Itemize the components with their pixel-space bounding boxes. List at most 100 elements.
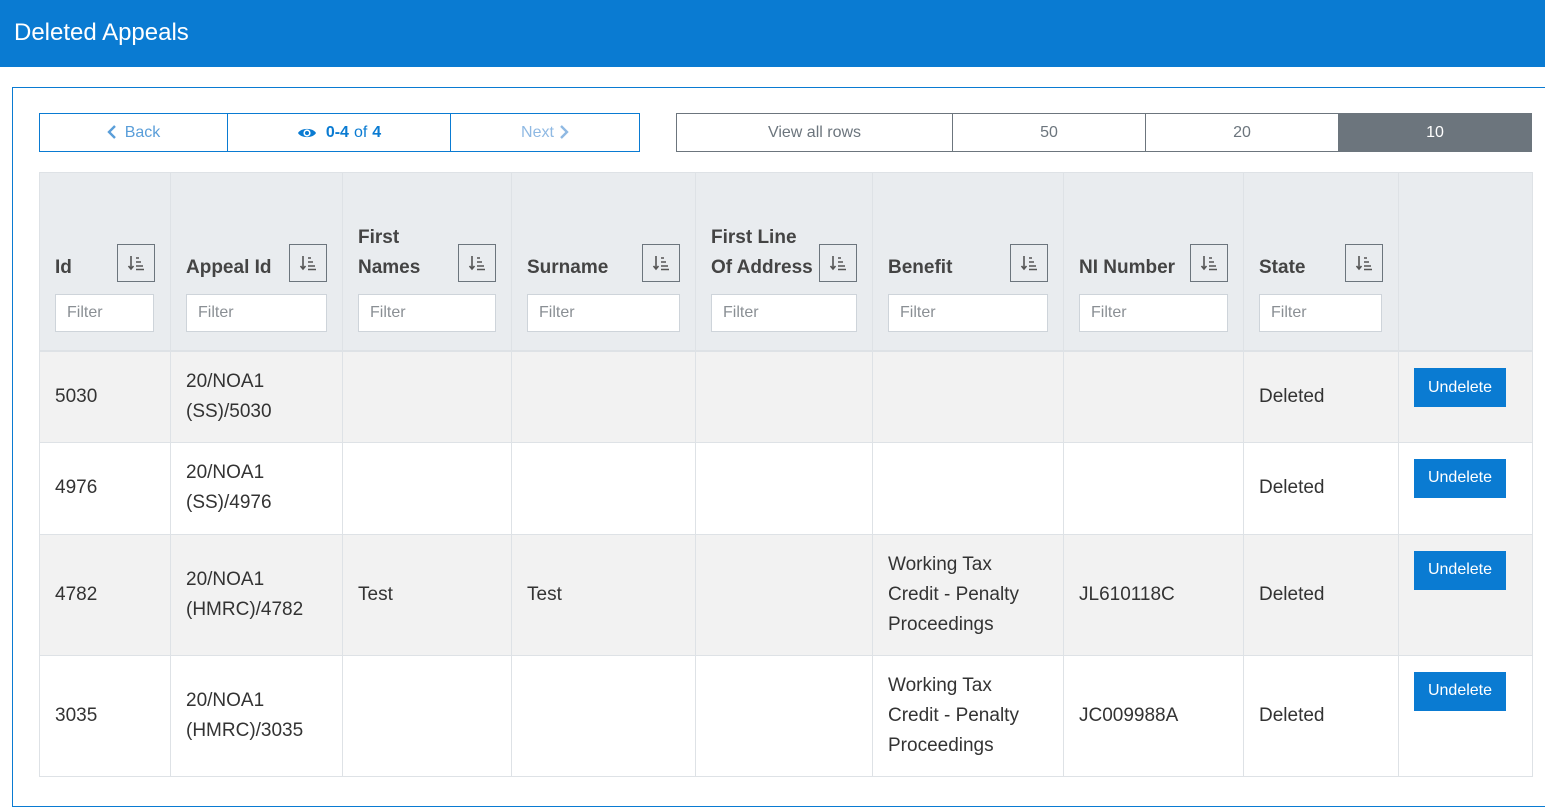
page-of: of — [353, 123, 368, 141]
cell-first-names — [342, 654, 512, 777]
cell-appeal-id: 20/NOA1 (HMRC)/3035 — [170, 654, 343, 777]
cell-appeal-id: 20/NOA1 (HMRC)/4782 — [170, 533, 343, 656]
cell-address — [695, 654, 873, 777]
appeal-id-line: (HMRC)/3035 — [186, 719, 304, 741]
sort-icon[interactable] — [458, 244, 496, 282]
appeal-id-line: 20/NOA1 — [186, 689, 265, 711]
cell-id: 5030 — [39, 350, 171, 443]
cell-ni-number: JC009988A — [1063, 654, 1244, 777]
appeal-id-line: (SS)/4976 — [186, 492, 272, 513]
next-label: Next — [521, 123, 554, 141]
column-header-benefit: Benefit — [872, 172, 1064, 352]
cell-address — [695, 441, 873, 535]
cell-address — [695, 533, 873, 656]
eye-icon — [297, 126, 317, 140]
page-size-10-button[interactable]: 10 — [1338, 113, 1532, 152]
cell-surname — [511, 441, 696, 535]
cell-surname — [511, 350, 696, 443]
next-button[interactable]: Next — [451, 113, 640, 152]
cell-appeal-id: 20/NOA1 (SS)/4976 — [170, 441, 343, 535]
cell-id: 3035 — [39, 654, 171, 777]
surname-filter-input[interactable] — [527, 294, 680, 332]
cell-state: Deleted — [1243, 533, 1399, 656]
cell-state: Deleted — [1243, 441, 1399, 535]
cell-state: Deleted — [1243, 350, 1399, 443]
sort-icon[interactable] — [1010, 244, 1048, 282]
chevron-right-icon — [559, 124, 569, 142]
undelete-button[interactable]: Undelete — [1414, 368, 1506, 407]
benefit-line: Credit - Penalty — [888, 583, 1019, 605]
page-title: Deleted Appeals — [14, 19, 189, 46]
table-row: 5030 20/NOA1 (SS)/5030 Deleted Undelete — [39, 350, 1533, 443]
cell-actions: Undelete — [1398, 654, 1533, 777]
appeals-table: Id Appeal Id First Names Surname First L — [39, 172, 1533, 777]
sort-icon[interactable] — [1345, 244, 1383, 282]
undelete-button[interactable]: Undelete — [1414, 671, 1506, 711]
cell-benefit — [872, 441, 1064, 535]
cell-benefit: Working Tax Credit - Penalty Proceedings — [872, 654, 1064, 777]
cell-first-names — [342, 350, 512, 443]
column-header-actions — [1398, 172, 1533, 352]
cell-benefit: Working Tax Credit - Penalty Proceedings — [872, 533, 1064, 656]
cell-surname: Test — [511, 533, 696, 656]
cell-ni-number — [1063, 441, 1244, 535]
cell-ni-number — [1063, 350, 1244, 443]
undelete-button[interactable]: Undelete — [1414, 458, 1506, 498]
page-size-selector: View all rows 50 20 10 — [676, 113, 1532, 152]
ni-number-filter-input[interactable] — [1079, 294, 1228, 332]
benefit-line: Proceedings — [888, 613, 994, 635]
back-label: Back — [124, 123, 161, 141]
column-header-id: Id — [39, 172, 171, 352]
appeal-id-line: 20/NOA1 — [186, 370, 265, 392]
appeal-id-filter-input[interactable] — [186, 294, 327, 332]
cell-id: 4976 — [39, 441, 171, 535]
id-filter-input[interactable] — [55, 294, 154, 332]
cell-actions: Undelete — [1398, 350, 1533, 443]
page-total: 4 — [372, 123, 382, 141]
address-filter-input[interactable] — [711, 294, 857, 332]
sort-icon[interactable] — [642, 244, 680, 282]
page-size-50-button[interactable]: 50 — [952, 113, 1145, 152]
sort-icon[interactable] — [117, 244, 155, 282]
appeal-id-line: (HMRC)/4782 — [186, 598, 304, 620]
cell-address — [695, 350, 873, 443]
column-header-state: State — [1243, 172, 1399, 352]
cell-benefit — [872, 350, 1064, 443]
undelete-button[interactable]: Undelete — [1414, 550, 1506, 590]
benefit-filter-input[interactable] — [888, 294, 1048, 332]
column-label: Benefit — [888, 257, 953, 278]
cell-actions: Undelete — [1398, 441, 1533, 535]
column-label: Appeal Id — [186, 257, 272, 278]
app-header: Deleted Appeals — [0, 0, 1545, 67]
column-label: First Names — [358, 227, 421, 278]
column-header-address: First Line Of Address — [695, 172, 873, 352]
cell-first-names — [342, 441, 512, 535]
benefit-line: Credit - Penalty — [888, 704, 1019, 726]
pager: Back 0-4 of 4 Next — [39, 113, 640, 152]
first-names-filter-input[interactable] — [358, 294, 496, 332]
appeal-id-line: (SS)/5030 — [186, 400, 272, 422]
column-header-appeal-id: Appeal Id — [170, 172, 343, 352]
cell-actions: Undelete — [1398, 533, 1533, 656]
header-row: Id Appeal Id First Names Surname First L — [39, 172, 1533, 352]
benefit-line: Proceedings — [888, 734, 994, 756]
page-size-all-button[interactable]: View all rows — [676, 113, 952, 152]
table-row: 4976 20/NOA1 (SS)/4976 Deleted Undelete — [39, 441, 1533, 535]
cell-id: 4782 — [39, 533, 171, 656]
appeal-id-line: 20/NOA1 — [186, 568, 265, 590]
column-label: Id — [55, 257, 72, 278]
cell-first-names: Test — [342, 533, 512, 656]
page-counter: 0-4 of 4 — [227, 113, 451, 152]
page-range: 0-4 — [325, 123, 349, 141]
column-header-first-names: First Names — [342, 172, 512, 352]
benefit-line: Working Tax — [888, 674, 992, 696]
page-size-20-button[interactable]: 20 — [1145, 113, 1338, 152]
chevron-left-icon — [107, 124, 117, 142]
sort-icon[interactable] — [819, 244, 857, 282]
state-filter-input[interactable] — [1259, 294, 1382, 332]
sort-icon[interactable] — [289, 244, 327, 282]
cell-appeal-id: 20/NOA1 (SS)/5030 — [170, 350, 343, 443]
sort-icon[interactable] — [1190, 244, 1228, 282]
column-label: First Line Of Address — [711, 227, 813, 278]
back-button[interactable]: Back — [39, 113, 227, 152]
